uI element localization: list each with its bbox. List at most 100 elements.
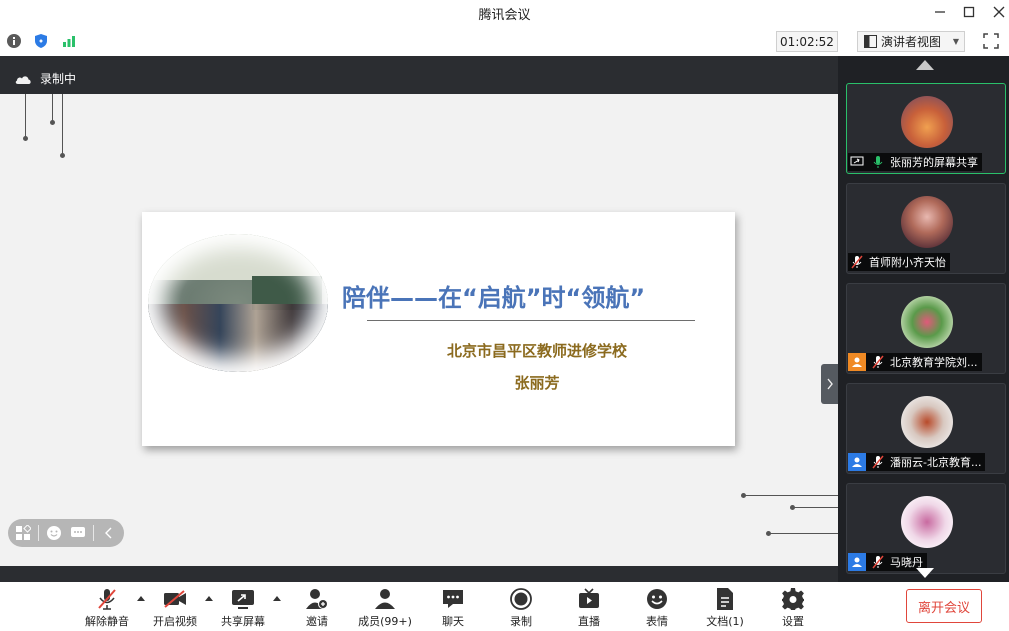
participant-name: 首师附小齐天怡 [869,256,946,269]
participant-tile[interactable]: 潘丽云-北京教育... [846,383,1006,474]
decor-line [25,94,26,138]
participant-name: 张丽芳的屏幕共享 [890,156,978,169]
slide-area: 陪伴——在“启航”时“领航” 北京市昌平区教师进修学校 张丽芳 [0,94,838,566]
minimize-icon[interactable] [925,0,955,24]
live-icon [576,586,602,612]
share-screen-icon [230,586,256,612]
settings-label: 设置 [782,615,804,628]
start-video-button[interactable]: 开启视频 [143,586,207,630]
window-title: 腾讯会议 [478,8,531,23]
maximize-icon[interactable] [954,0,984,24]
meeting-timer: 01:02:52 [776,31,838,52]
classroom-photo [148,234,328,372]
floating-toolbar [8,519,124,547]
gear-icon [780,586,806,612]
recording-label: 录制中 [40,72,77,86]
participant-namebar: 潘丽云-北京教育... [848,453,986,471]
video-off-icon [162,586,188,612]
participant-tile[interactable]: 张丽芳的屏幕共享 [846,83,1006,174]
emoji-icon [644,586,670,612]
avatar [901,396,953,448]
cloud-icon [15,75,31,84]
reactions-button[interactable]: 表情 [625,586,689,630]
members-button[interactable]: 成员(99+) [353,586,417,630]
title-bar: 腾讯会议 [0,0,1009,24]
participant-tile[interactable]: 北京教育学院刘... [846,283,1006,374]
members-icon [372,586,398,612]
mic-on-icon [869,153,887,171]
share-options-caret[interactable] [273,596,281,601]
scroll-down-icon[interactable] [916,568,934,578]
mic-muted-icon [94,586,120,612]
recording-indicator: 录制中 [14,70,76,87]
share-screen-button[interactable]: 共享屏幕 [211,586,275,630]
view-mode-label: 演讲者视图 [881,35,942,49]
decor-dot [23,136,28,141]
bottom-toolbar: 解除静音 开启视频 共享屏幕 邀请 成员(99+) 聊天 录制 直播 表情 文档… [0,582,1009,631]
record-label: 录制 [510,615,532,628]
signal-icon[interactable] [59,31,79,51]
avatar [901,496,953,548]
live-button[interactable]: 直播 [557,586,621,630]
chat-button[interactable]: 聊天 [421,586,485,630]
chevron-down-icon: ▼ [952,37,959,46]
reactions-label: 表情 [646,615,668,628]
leave-meeting-button[interactable]: 离开会议 [906,589,982,623]
chat-icon [440,586,466,612]
recording-bar: 录制中 [0,56,838,94]
avatar [901,296,953,348]
participant-namebar: 北京教育学院刘... [848,353,982,371]
participant-tile[interactable]: 马晓丹 [846,483,1006,574]
avatar [901,196,953,248]
panel-toggle-handle[interactable] [821,364,838,404]
participant-name: 北京教育学院刘... [890,356,978,369]
view-mode-dropdown[interactable]: 演讲者视图 ▼ [857,31,965,52]
members-label: 成员(99+) [358,615,412,628]
mic-muted-icon [869,553,887,571]
mic-muted-icon [869,453,887,471]
user-icon [848,453,866,471]
participant-tile[interactable]: 首师附小齐天怡 [846,183,1006,274]
participants-panel: 张丽芳的屏幕共享 首师附小齐天怡 北京教育学院刘... 潘丽云-北京教育... … [838,56,1009,582]
unmute-label: 解除静音 [85,615,129,628]
participant-name: 潘丽云-北京教育... [890,456,982,469]
decor-line [769,533,838,534]
share-screen-label: 共享屏幕 [221,615,265,628]
slide-school: 北京市昌平区教师进修学校 [446,342,627,360]
status-bar: 01:02:52 演讲者视图 ▼ [0,28,1009,56]
shield-icon[interactable] [31,31,51,51]
unmute-button[interactable]: 解除静音 [75,586,139,630]
layout-icon[interactable] [14,524,32,542]
decor-line [52,94,53,122]
user-icon [848,553,866,571]
chat-icon[interactable] [69,524,87,542]
participant-namebar: 首师附小齐天怡 [848,253,950,271]
chevron-right-icon [826,378,833,390]
decor-dot [60,153,65,158]
host-icon [848,353,866,371]
close-icon[interactable] [984,0,1009,24]
emoji-icon[interactable] [45,524,63,542]
start-video-label: 开启视频 [153,615,197,628]
settings-button[interactable]: 设置 [761,586,825,630]
collapse-icon[interactable] [100,524,118,542]
info-icon[interactable] [4,31,24,51]
presentation-slide: 陪伴——在“启航”时“领航” 北京市昌平区教师进修学校 张丽芳 [142,212,735,446]
documents-label: 文档(1) [706,615,744,628]
record-button[interactable]: 录制 [489,586,553,630]
shared-screen-stage: 录制中 陪伴——在“启航”时“领航” 北京市昌平区教师进修学校 张丽芳 [0,56,838,582]
avatar [901,96,953,148]
invite-button[interactable]: 邀请 [285,586,349,630]
fullscreen-icon[interactable] [982,32,1000,50]
participant-namebar: 张丽芳的屏幕共享 [848,153,982,171]
record-icon [508,586,534,612]
documents-button[interactable]: 文档(1) [693,586,757,630]
add-user-icon [304,586,330,612]
mic-muted-icon [848,253,866,271]
slide-divider [367,320,695,321]
live-label: 直播 [578,615,600,628]
scroll-up-icon[interactable] [916,60,934,70]
slide-headline: 陪伴——在“启航”时“领航” [342,284,646,312]
invite-label: 邀请 [306,615,328,628]
mic-muted-icon [869,353,887,371]
